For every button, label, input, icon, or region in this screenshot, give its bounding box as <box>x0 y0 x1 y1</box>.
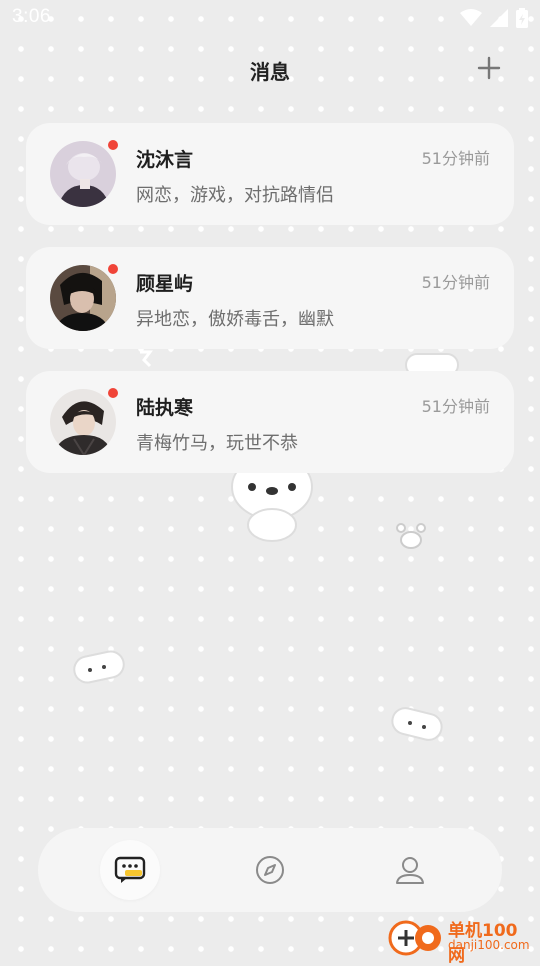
conversation-item[interactable]: 陆执寒 51分钟前 青梅竹马，玩世不恭 <box>26 371 514 473</box>
unread-dot <box>108 264 118 274</box>
profile-icon <box>396 857 424 884</box>
conversation-item[interactable]: 顾星屿 51分钟前 异地恋，傲娇毒舌，幽默 <box>26 247 514 349</box>
avatar <box>50 265 116 331</box>
add-button[interactable] <box>474 53 504 83</box>
watermark-logo <box>388 920 441 956</box>
watermark: 单机100网 danji100.com <box>384 914 534 966</box>
squiggle-sticker <box>140 350 153 368</box>
chat-bubble-icon <box>114 856 146 883</box>
wifi-icon <box>460 9 482 26</box>
compass-icon <box>256 856 284 884</box>
battery-icon <box>516 8 528 28</box>
page-title: 消息 <box>250 60 290 84</box>
tab-messages[interactable] <box>100 840 160 900</box>
tab-profile[interactable] <box>380 840 440 900</box>
plus-icon <box>477 56 501 80</box>
bottom-tab-bar <box>38 828 502 912</box>
message-time: 51分钟前 <box>421 149 490 168</box>
bear-sticker-small-left <box>73 650 125 684</box>
message-preview: 网恋，游戏，对抗路情侣 <box>136 185 334 206</box>
contact-name: 陆执寒 <box>136 397 194 419</box>
message-time: 51分钟前 <box>421 273 490 292</box>
message-preview: 异地恋，傲娇毒舌，幽默 <box>136 309 334 330</box>
signal-icon <box>490 9 508 27</box>
unread-dot <box>108 140 118 150</box>
message-time: 51分钟前 <box>421 397 490 416</box>
header: 消息 <box>0 48 540 92</box>
tab-discover[interactable] <box>240 840 300 900</box>
contact-name: 顾星屿 <box>136 273 194 295</box>
unread-dot <box>108 388 118 398</box>
conversation-item[interactable]: 沈沐言 51分钟前 网恋，游戏，对抗路情侣 <box>26 123 514 225</box>
avatar <box>50 389 116 455</box>
message-preview: 青梅竹马，玩世不恭 <box>136 433 298 454</box>
bear-sticker-small-right <box>391 707 443 741</box>
status-icons <box>460 8 528 28</box>
status-bar: 3:06 <box>0 0 540 36</box>
contact-name: 沈沐言 <box>136 149 194 171</box>
watermark-url: danji100.com <box>448 938 530 952</box>
paw-sticker <box>396 523 426 549</box>
avatar <box>50 141 116 207</box>
status-time: 3:06 <box>12 6 51 27</box>
